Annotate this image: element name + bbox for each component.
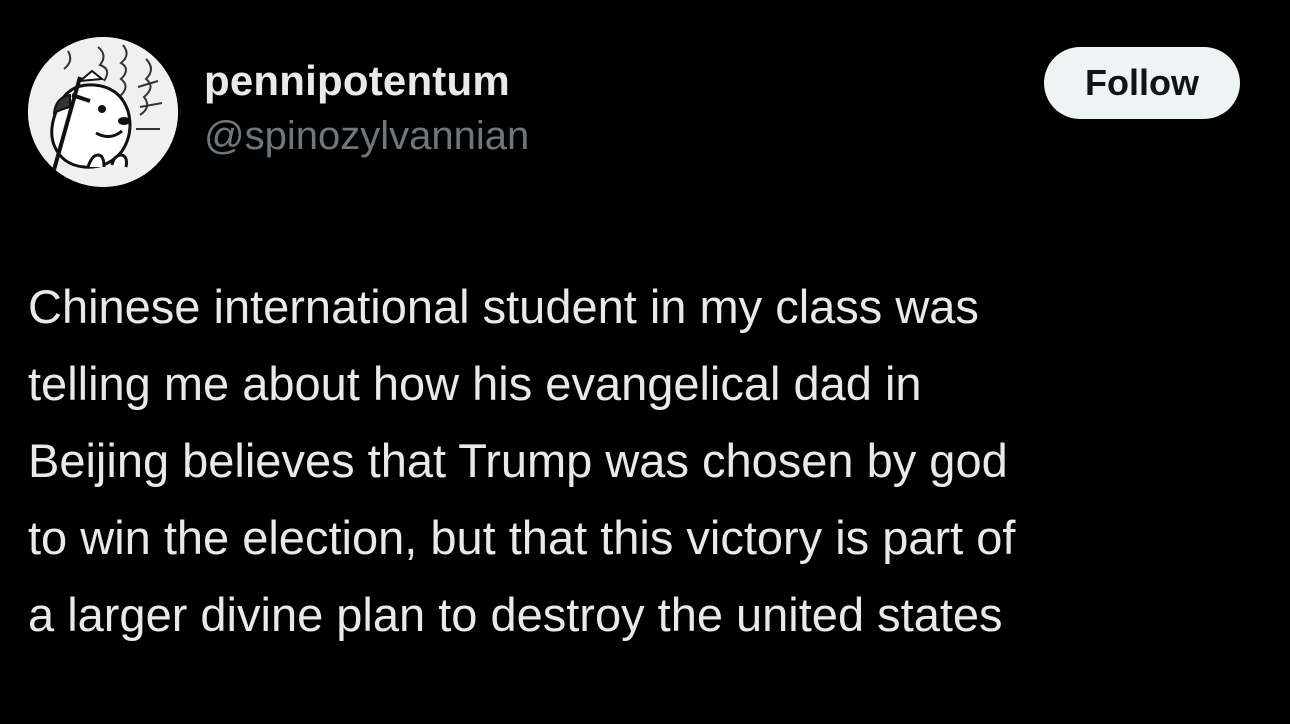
tweet-text-line: Beijing believes that Trump was chosen b…: [28, 434, 1008, 487]
user-names: pennipotentum @spinozylvannian: [204, 55, 529, 161]
tweet-text: Chinese international student in my clas…: [28, 268, 1268, 653]
tweet-card: pennipotentum @spinozylvannian Follow Ch…: [0, 0, 1290, 724]
follow-button[interactable]: Follow: [1044, 47, 1240, 119]
avatar[interactable]: [28, 37, 178, 187]
tweet-text-line: telling me about how his evangelical dad…: [28, 357, 922, 410]
tweet-text-line: a larger divine plan to destroy the unit…: [28, 588, 1003, 641]
display-name[interactable]: pennipotentum: [204, 55, 529, 107]
tweet-header: pennipotentum @spinozylvannian Follow: [28, 37, 1240, 187]
tweet-text-line: to win the election, but that this victo…: [28, 511, 1016, 564]
user-handle[interactable]: @spinozylvannian: [204, 111, 529, 161]
cartoon-dog-avatar-icon: [28, 37, 178, 187]
tweet-text-line: Chinese international student in my clas…: [28, 280, 979, 333]
